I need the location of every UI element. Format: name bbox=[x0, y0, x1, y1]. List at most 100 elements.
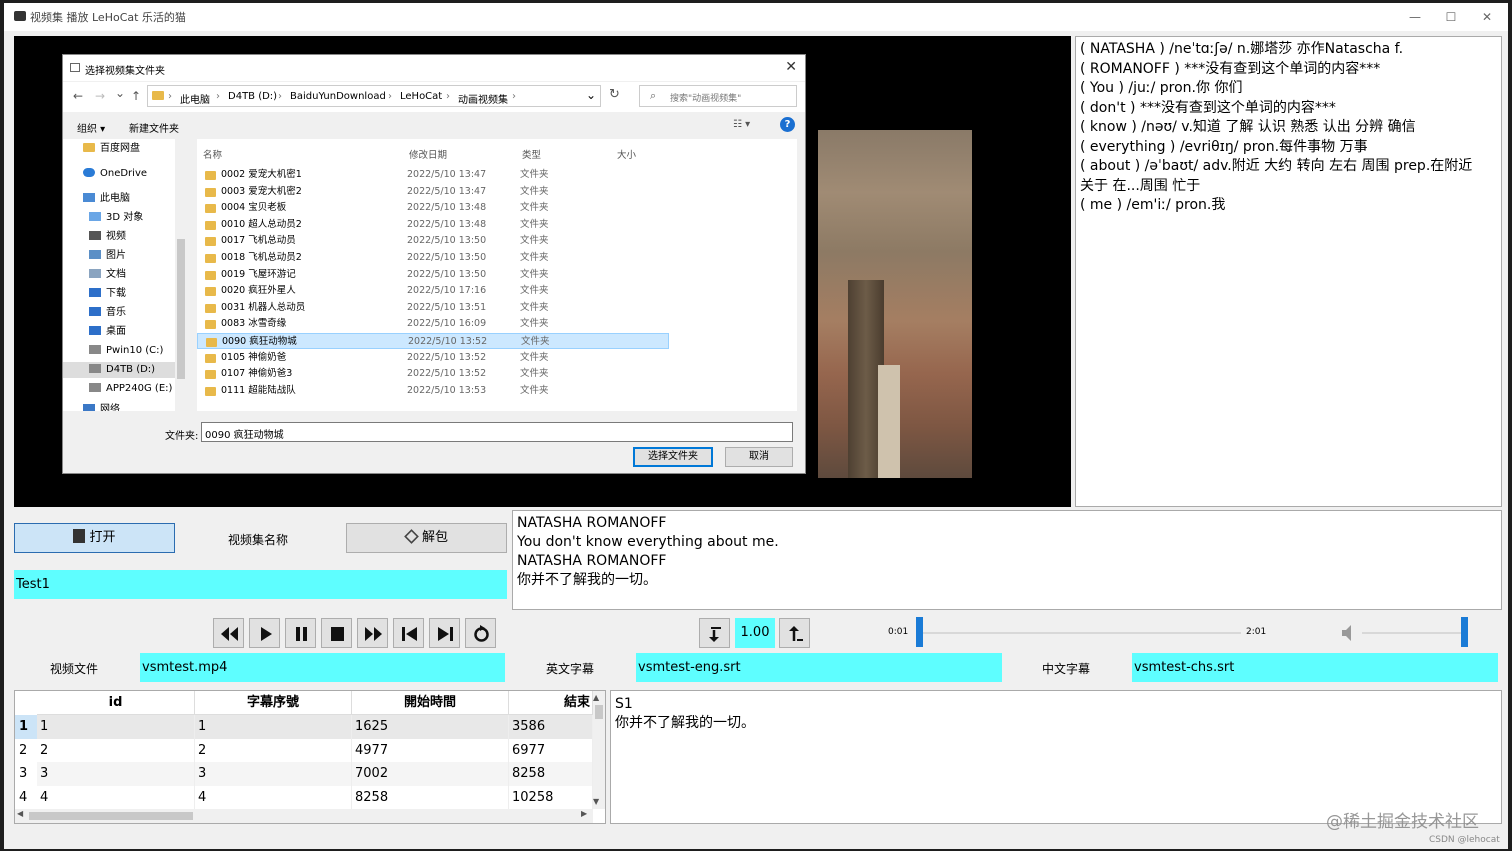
tree-item[interactable]: 百度网盘 bbox=[83, 141, 140, 157]
column-header-start-time[interactable]: 開始時間 bbox=[352, 691, 509, 715]
table-cell[interactable]: 8258 bbox=[509, 762, 593, 786]
file-row[interactable]: 0002 爱宠大机密1 2022/5/10 13:47 文件夹 bbox=[197, 167, 669, 183]
tree-item[interactable]: 网络 bbox=[83, 402, 120, 411]
row-header[interactable]: 4 bbox=[15, 785, 37, 810]
file-list[interactable]: 名称 修改日期 类型 大小 0002 爱宠大机密1 2022/5/10 13:47… bbox=[197, 139, 797, 411]
scroll-right-icon[interactable]: ▶ bbox=[581, 809, 587, 818]
column-header-date[interactable]: 修改日期 bbox=[409, 147, 447, 161]
tree-item[interactable]: 桌面 bbox=[89, 324, 126, 340]
breadcrumb-item[interactable]: LeHoCat bbox=[400, 91, 442, 102]
file-row[interactable]: 0017 飞机总动员 2022/5/10 13:50 文件夹 bbox=[197, 233, 669, 249]
next-button[interactable] bbox=[429, 618, 460, 648]
table-cell[interactable]: 3 bbox=[195, 762, 352, 786]
file-row[interactable]: 0020 疯狂外星人 2022/5/10 17:16 文件夹 bbox=[197, 283, 669, 299]
tree-item[interactable]: 文档 bbox=[89, 267, 126, 283]
file-row[interactable]: 0031 机器人总动员 2022/5/10 13:51 文件夹 bbox=[197, 300, 669, 316]
table-cell[interactable]: 3586 bbox=[509, 715, 593, 739]
breadcrumb-item[interactable]: 动画视频集 bbox=[458, 91, 508, 106]
tree-item[interactable]: 下载 bbox=[89, 286, 126, 302]
dialog-close-button[interactable]: ✕ bbox=[785, 59, 797, 75]
scroll-left-icon[interactable]: ◀ bbox=[17, 809, 23, 818]
tree-item[interactable]: 此电脑 bbox=[83, 191, 130, 207]
table-cell[interactable]: 8258 bbox=[352, 785, 509, 810]
file-row[interactable]: 0111 超能陆战队 2022/5/10 13:53 文件夹 bbox=[197, 383, 669, 399]
collection-name-field[interactable]: Test1 bbox=[14, 570, 507, 599]
scroll-up-icon[interactable]: ▲ bbox=[593, 693, 599, 702]
file-row[interactable]: 0010 超人总动员2 2022/5/10 13:48 文件夹 bbox=[197, 217, 669, 233]
volume-icon[interactable] bbox=[1341, 623, 1355, 643]
table-cell[interactable]: 2 bbox=[37, 738, 195, 763]
previous-button[interactable] bbox=[393, 618, 424, 648]
column-header-name[interactable]: 名称 bbox=[203, 147, 222, 161]
table-vscroll-thumb[interactable] bbox=[595, 705, 603, 719]
chinese-subtitle-field[interactable]: vsmtest-chs.srt bbox=[1132, 653, 1498, 682]
progress-track[interactable] bbox=[920, 632, 1241, 634]
scroll-down-icon[interactable]: ▼ bbox=[593, 797, 599, 806]
subtitle-table[interactable]: id 字幕序號 開始時間 結束 1 1 1 1625 3586 2 2 2 4977 6977 3 3… bbox=[14, 690, 606, 824]
minimize-button[interactable]: — bbox=[1400, 7, 1430, 27]
forward-arrow-icon[interactable]: → bbox=[95, 89, 105, 103]
select-folder-button[interactable]: 选择文件夹 bbox=[633, 447, 713, 467]
close-button[interactable]: ✕ bbox=[1472, 7, 1502, 27]
breadcrumb-item[interactable]: D4TB (D:) bbox=[228, 91, 277, 102]
table-cell[interactable]: 4 bbox=[195, 785, 352, 810]
tree-item[interactable]: Pwin10 (C:) bbox=[89, 343, 163, 359]
address-dropdown-icon[interactable]: ⌄ bbox=[586, 88, 596, 102]
table-cell[interactable]: 4 bbox=[37, 785, 195, 810]
address-bar[interactable]: › 此电脑 › D4TB (D:) › BaiduYunDownload › L… bbox=[147, 85, 601, 107]
new-folder-button[interactable]: 新建文件夹 bbox=[129, 120, 179, 135]
table-cell[interactable]: 7002 bbox=[352, 762, 509, 786]
table-cell[interactable]: 1 bbox=[195, 715, 352, 739]
row-header[interactable]: 1 bbox=[15, 715, 37, 739]
stop-button[interactable] bbox=[321, 618, 352, 648]
table-cell[interactable]: 6977 bbox=[509, 738, 593, 763]
speed-down-button[interactable] bbox=[699, 618, 730, 648]
row-header[interactable]: 3 bbox=[15, 762, 37, 786]
tree-scrollbar[interactable] bbox=[175, 139, 187, 411]
column-header-end-time[interactable]: 結束 bbox=[509, 691, 593, 715]
file-row[interactable]: 0019 飞屋环游记 2022/5/10 13:50 文件夹 bbox=[197, 267, 669, 283]
file-row-selected[interactable]: 0090 疯狂动物城 2022/5/10 13:52 文件夹 bbox=[197, 333, 669, 349]
replay-button[interactable] bbox=[465, 618, 496, 648]
back-arrow-icon[interactable]: ← bbox=[73, 89, 83, 103]
file-row[interactable]: 0018 飞机总动员2 2022/5/10 13:50 文件夹 bbox=[197, 250, 669, 266]
file-row[interactable]: 0004 宝贝老板 2022/5/10 13:48 文件夹 bbox=[197, 200, 669, 216]
breadcrumb-item[interactable]: BaiduYunDownload bbox=[290, 91, 386, 102]
navigation-tree[interactable]: 百度网盘 OneDrive 此电脑 3D 对象 视频 图片 文档 下载 音乐 桌… bbox=[63, 139, 187, 411]
play-button[interactable] bbox=[249, 618, 280, 648]
tree-item[interactable]: 音乐 bbox=[89, 305, 126, 321]
refresh-icon[interactable]: ↻ bbox=[609, 87, 620, 102]
rewind-button[interactable] bbox=[213, 618, 244, 648]
progress-handle[interactable] bbox=[916, 617, 923, 647]
tree-item[interactable]: 图片 bbox=[89, 248, 126, 264]
pause-button[interactable] bbox=[285, 618, 316, 648]
breadcrumb-item[interactable]: 此电脑 bbox=[180, 91, 210, 106]
search-input[interactable]: ⌕ 搜索"动画视频集" bbox=[639, 85, 797, 107]
tree-item[interactable]: APP240G (E:) bbox=[89, 381, 172, 397]
open-button[interactable]: 打开 bbox=[14, 523, 175, 553]
video-file-field[interactable]: vsmtest.mp4 bbox=[140, 653, 505, 682]
volume-handle[interactable] bbox=[1461, 617, 1468, 647]
tree-scroll-thumb[interactable] bbox=[177, 239, 185, 379]
tree-item[interactable]: 3D 对象 bbox=[89, 210, 143, 226]
recent-dropdown-icon[interactable]: ⌄ bbox=[115, 86, 125, 100]
english-subtitle-field[interactable]: vsmtest-eng.srt bbox=[636, 653, 1002, 682]
cancel-button[interactable]: 取消 bbox=[725, 447, 793, 467]
speed-up-button[interactable] bbox=[779, 618, 810, 648]
file-row[interactable]: 0107 神偷奶爸3 2022/5/10 13:52 文件夹 bbox=[197, 366, 669, 382]
unpack-button[interactable]: 解包 bbox=[346, 523, 507, 553]
table-hscroll-thumb[interactable] bbox=[29, 812, 193, 820]
table-cell[interactable]: 2 bbox=[195, 738, 352, 763]
row-header[interactable]: 2 bbox=[15, 738, 37, 763]
table-cell[interactable]: 10258 bbox=[509, 785, 593, 810]
table-cell[interactable]: 1 bbox=[37, 715, 195, 739]
table-cell[interactable]: 1625 bbox=[352, 715, 509, 739]
up-arrow-icon[interactable]: ↑ bbox=[131, 89, 141, 103]
table-vscrollbar[interactable]: ▲ ▼ bbox=[593, 691, 605, 809]
column-header-subtitle-index[interactable]: 字幕序號 bbox=[195, 691, 352, 715]
file-row[interactable]: 0003 爱宠大机密2 2022/5/10 13:47 文件夹 bbox=[197, 184, 669, 200]
help-icon[interactable]: ? bbox=[780, 117, 795, 132]
table-cell[interactable]: 4977 bbox=[352, 738, 509, 763]
column-header-size[interactable]: 大小 bbox=[617, 147, 636, 161]
volume-track[interactable] bbox=[1362, 632, 1466, 634]
